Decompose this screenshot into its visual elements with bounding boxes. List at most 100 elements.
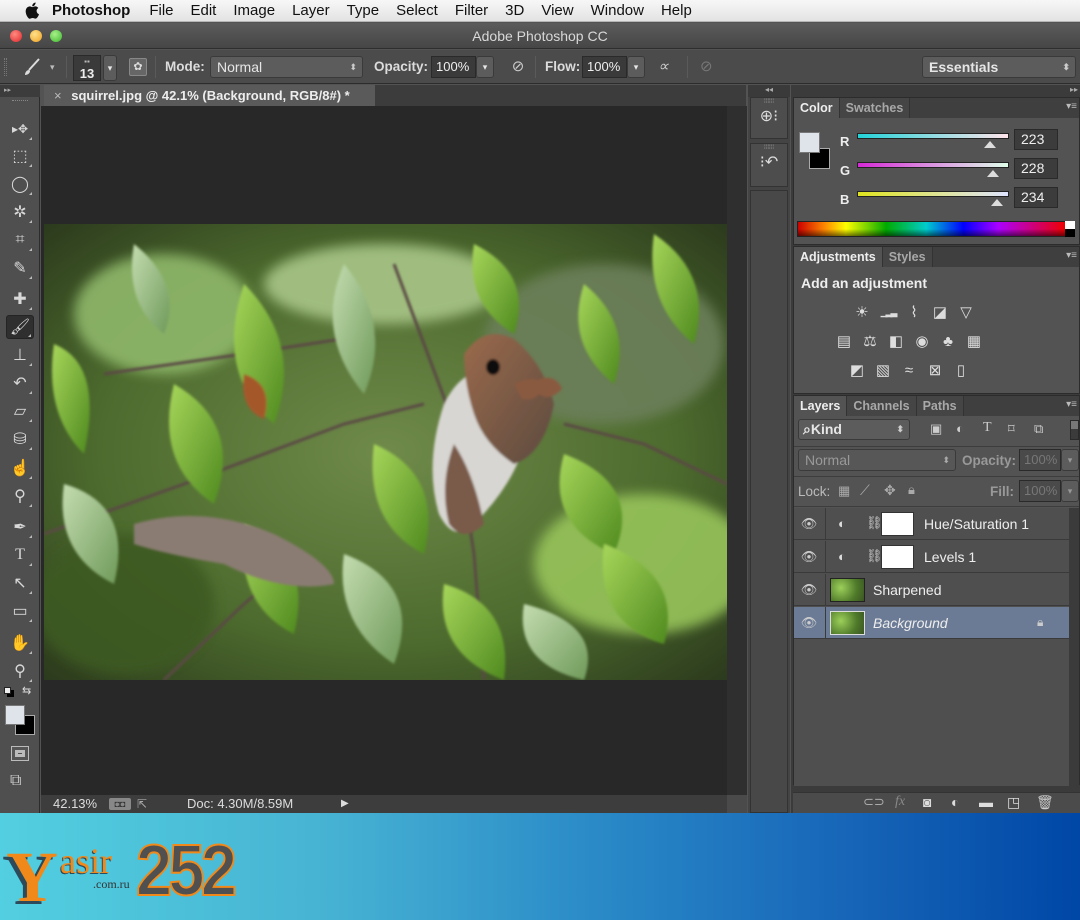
filter-type-icon[interactable]: T — [983, 420, 992, 436]
channel-slider-g[interactable] — [857, 162, 1009, 168]
layer-opacity-dropdown[interactable]: ▾ — [1061, 449, 1079, 471]
channel-slider-thumb[interactable] — [986, 170, 999, 177]
menu-type[interactable]: Type — [347, 2, 380, 19]
visibility-eye-icon[interactable]: 👁︎ — [801, 549, 818, 564]
layer-mask-thumbnail[interactable] — [881, 512, 914, 536]
layer-name[interactable]: Background — [873, 615, 948, 631]
magic-wand-tool[interactable]: ✲ — [6, 200, 34, 224]
layer-thumbnail[interactable] — [830, 611, 865, 635]
new-group-icon[interactable]: ▬ — [979, 794, 993, 810]
photo-filter-icon[interactable]: ◉ — [912, 332, 932, 350]
zoom-level[interactable]: 42.13% — [53, 795, 97, 813]
filter-shape-icon[interactable]: ⌑ — [1008, 421, 1015, 437]
selective-color-icon[interactable]: ⊠ — [925, 361, 945, 379]
hue-saturation-icon[interactable]: ▤ — [834, 332, 854, 350]
brightness-contrast-icon[interactable]: ☀ — [852, 303, 872, 321]
lock-position-icon[interactable]: ✥ — [884, 482, 896, 499]
tab-paths[interactable]: Paths — [916, 396, 964, 416]
workspace-select[interactable]: Essentials ⬍ — [922, 56, 1076, 78]
layer-name[interactable]: Sharpened — [873, 582, 942, 598]
expand-dock-icon[interactable]: ◂◂ — [748, 85, 790, 97]
move-tool[interactable]: ▸✥ — [6, 117, 34, 141]
menu-image[interactable]: Image — [233, 2, 275, 19]
marquee-tool[interactable]: ⬚ — [6, 144, 34, 168]
healing-brush-tool[interactable]: ✚ — [6, 287, 34, 311]
flow-input[interactable]: 100% — [582, 56, 627, 78]
menu-file[interactable]: File — [149, 2, 173, 19]
layer-name[interactable]: Hue/Saturation 1 — [924, 516, 1029, 532]
status-menu-arrow-icon[interactable]: ▶ — [341, 795, 349, 813]
pen-tool[interactable]: ✒ — [6, 515, 34, 539]
opacity-input[interactable]: 100% — [431, 56, 476, 78]
pressure-size-icon[interactable]: ⊘ — [700, 57, 720, 77]
tab-swatches[interactable]: Swatches — [839, 98, 911, 118]
timeline-icon[interactable]: ◘◘ — [109, 798, 131, 810]
close-window-button[interactable] — [10, 30, 22, 42]
spectrum-white[interactable] — [1065, 221, 1075, 229]
menu-3d[interactable]: 3D — [505, 2, 524, 19]
filter-pixel-icon[interactable]: ▣ — [930, 421, 942, 437]
channel-value-b[interactable]: 234 — [1014, 187, 1058, 208]
layers-scrollbar[interactable] — [1069, 508, 1079, 786]
lock-image-icon[interactable]: ⟋ — [860, 482, 870, 499]
brush-size-picker[interactable]: ▪▪ 13 — [73, 55, 101, 81]
layer-row[interactable]: 👁︎ Sharpened — [794, 574, 1069, 606]
fx-icon[interactable]: fx — [895, 794, 905, 810]
tab-channels[interactable]: Channels — [847, 396, 917, 416]
default-colors-icon[interactable] — [4, 687, 11, 694]
blend-mode-select[interactable]: Normal ⬍ — [798, 449, 956, 471]
lock-all-icon[interactable]: 🔒︎ — [908, 482, 915, 498]
menu-help[interactable]: Help — [661, 2, 692, 19]
zoom-window-button[interactable] — [50, 30, 62, 42]
panel-menu-icon[interactable]: ▾≡ — [1066, 101, 1077, 112]
channel-mixer-icon[interactable]: ♣ — [938, 332, 958, 350]
tab-color[interactable]: Color — [794, 98, 840, 118]
brush-size-dropdown[interactable]: ▾ — [103, 55, 117, 81]
levels-icon[interactable]: ▁▂▃ — [878, 303, 898, 321]
lasso-tool[interactable]: ◯ — [6, 172, 34, 196]
tools-grip[interactable] — [12, 100, 28, 102]
gradient-map-icon[interactable]: ▯ — [951, 361, 971, 379]
filter-adjustment-icon[interactable]: ◐ — [956, 421, 964, 436]
lock-transparent-icon[interactable]: ▦ — [838, 483, 850, 499]
brush-tool[interactable]: 🖌 — [6, 315, 34, 339]
dock-history-button[interactable]: ⁞⁞⁞⁞⁞⁞ ⁝↶ — [750, 143, 788, 187]
tab-layers[interactable]: Layers — [794, 396, 848, 416]
close-tab-icon[interactable]: × — [54, 88, 62, 103]
tool-preset-picker[interactable]: ▾ — [22, 56, 58, 78]
apple-icon[interactable] — [22, 2, 42, 20]
menu-app-name[interactable]: Photoshop — [52, 2, 130, 19]
eraser-tool[interactable]: ▱ — [6, 399, 34, 423]
filter-toggle[interactable] — [1070, 420, 1079, 440]
layer-row[interactable]: 👁︎ ◐ ⛓ Levels 1 — [794, 541, 1069, 573]
screen-mode-icon[interactable]: ⧉ — [10, 772, 21, 790]
layer-thumbnail[interactable] — [830, 578, 865, 602]
collapse-panels-icon[interactable]: ▸▸ — [1070, 85, 1078, 94]
vibrance-icon[interactable]: ▽ — [956, 303, 976, 321]
swap-colors-icon[interactable]: ⇆ — [22, 684, 31, 697]
channel-slider-thumb[interactable] — [990, 199, 1003, 206]
color-lookup-icon[interactable]: ▦ — [964, 332, 984, 350]
channel-slider-r[interactable] — [857, 133, 1009, 139]
delete-layer-icon[interactable]: 🗑︎ — [1036, 794, 1054, 811]
options-bar-grip[interactable] — [4, 58, 7, 76]
quick-mask-icon[interactable] — [11, 746, 29, 761]
clone-stamp-tool[interactable]: ⊥ — [6, 343, 34, 367]
crop-tool[interactable]: ⌗ — [6, 228, 34, 252]
minimize-window-button[interactable] — [30, 30, 42, 42]
tab-styles[interactable]: Styles — [882, 247, 933, 267]
posterize-icon[interactable]: ▧ — [873, 361, 893, 379]
pressure-opacity-icon[interactable]: ⊘ — [508, 57, 528, 77]
menu-select[interactable]: Select — [396, 2, 438, 19]
visibility-eye-icon[interactable]: 👁︎ — [801, 615, 818, 630]
new-layer-icon[interactable]: ◳ — [1007, 794, 1020, 811]
share-icon[interactable]: ⇱ — [137, 795, 147, 813]
dock-3d-button[interactable]: ⁞⁞⁞⁞⁞⁞ ⊕⁝ — [750, 97, 788, 139]
document-image[interactable] — [44, 224, 727, 680]
dodge-tool[interactable]: ⚲ — [6, 484, 34, 508]
fill-input[interactable]: 100% — [1019, 480, 1061, 502]
layer-row[interactable]: 👁︎ ◐ ⛓ Hue/Saturation 1 — [794, 508, 1069, 540]
visibility-eye-icon[interactable]: 👁︎ — [801, 516, 818, 531]
visibility-eye-icon[interactable]: 👁︎ — [801, 582, 818, 597]
menu-window[interactable]: Window — [591, 2, 644, 19]
